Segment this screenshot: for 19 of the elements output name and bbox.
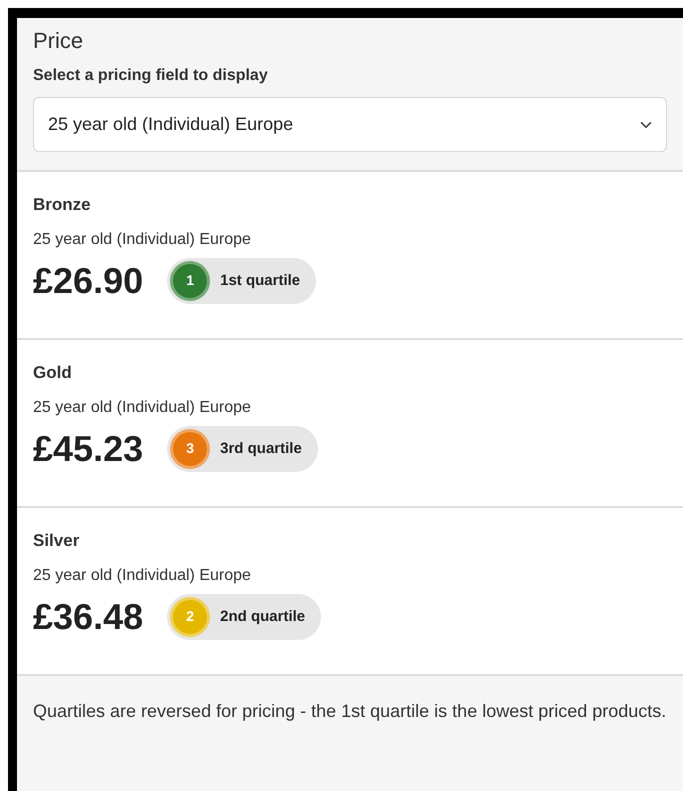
quartile-number: 1 <box>170 260 210 301</box>
panel-title: Price <box>33 28 84 54</box>
pricing-field-select[interactable]: 25 year old (Individual) Europe <box>33 97 667 152</box>
quartile-number: 3 <box>170 428 210 469</box>
pricing-field: 25 year old (Individual) Europe <box>33 396 667 420</box>
quartile-label: 1st quartile <box>220 270 300 291</box>
field-label: Select a pricing field to display <box>33 66 269 86</box>
product-name: Gold <box>33 362 73 384</box>
product-name: Silver <box>33 530 80 552</box>
pricing-field: 25 year old (Individual) Europe <box>33 564 667 588</box>
footer-note: Quartiles are reversed for pricing - the 1st quartile is the lowest priced products. <box>32 700 668 724</box>
price: £26.90 <box>33 259 144 302</box>
pricing-field: 25 year old (Individual) Europe <box>33 228 667 252</box>
product-name: Bronze <box>33 194 92 216</box>
quartile-label: 2nd quartile <box>220 606 306 627</box>
price: £45.23 <box>33 427 144 470</box>
quartile-label: 3rd quartile <box>220 438 302 459</box>
price: £36.48 <box>33 595 144 638</box>
quartile-number: 2 <box>170 596 210 637</box>
